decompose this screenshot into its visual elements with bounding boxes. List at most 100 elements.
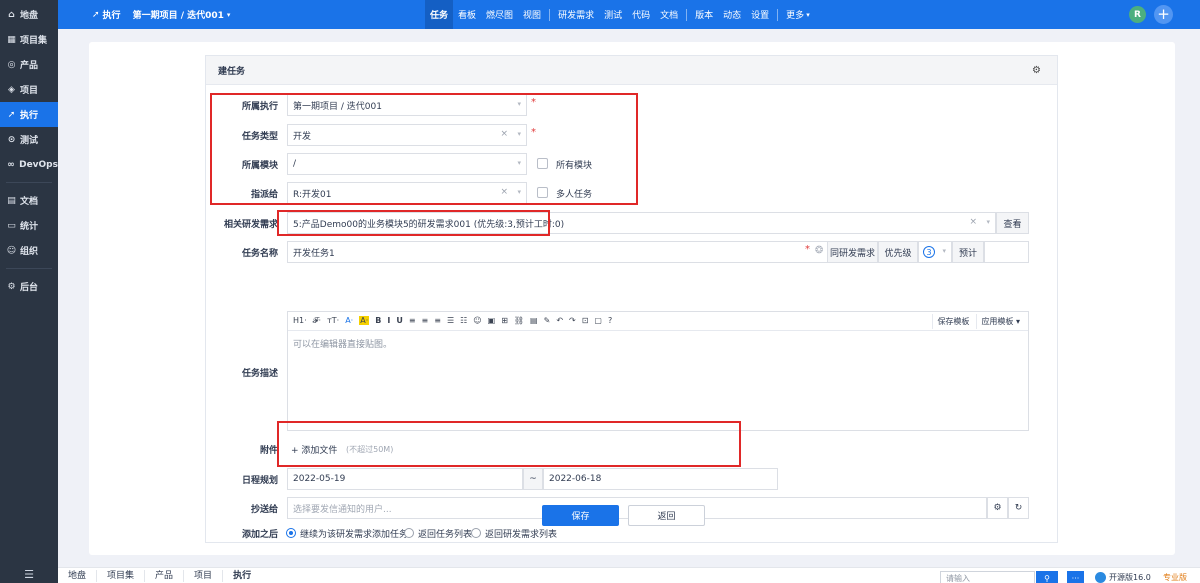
tab-0[interactable]: 任务: [425, 0, 454, 29]
sidebar-item-6[interactable]: ∞ DevOps: [0, 152, 58, 177]
sidebar-toggle-icon[interactable]: ☰: [0, 565, 58, 583]
color-picker-icon[interactable]: ❂: [815, 245, 823, 256]
breadcrumb-execution[interactable]: 第一期项目 / 迭代001: [133, 8, 224, 21]
bottom-crumb-2[interactable]: 产品: [145, 569, 185, 582]
tab-label: 看板: [458, 11, 477, 21]
tab-7[interactable]: 文档: [655, 0, 683, 29]
refresh-icon[interactable]: ↻: [1008, 497, 1029, 519]
breadcrumb: ➚ 执行 第一期项目 / 迭代001 ▾: [58, 8, 231, 22]
save-template-button[interactable]: 保存模板: [932, 314, 973, 329]
after-option-continue-radio[interactable]: [286, 528, 296, 538]
editor-toolbar: H1· 𝓕· тT· A· A· B I U ≡ ≡ ≡ ☰ ☷ ☺ ▣ ⊞ ⛓ ▤ ✎ ↶ ↷ ⊡ ▢? 保存模板 应用模…: [288, 312, 1028, 331]
end-date-value: 2022-06-18: [549, 474, 602, 484]
sidebar-item-8[interactable]: ▭ 统计: [0, 213, 58, 238]
save-button[interactable]: 保存: [542, 505, 619, 526]
start-date-input[interactable]: 2022-05-19: [287, 468, 523, 490]
bottom-crumb-1[interactable]: 项目集: [97, 569, 146, 582]
tab-label: 文档: [660, 11, 679, 21]
pro-edition-link[interactable]: 专业版: [1163, 572, 1187, 583]
tab-4[interactable]: 研发需求: [553, 0, 599, 29]
editor-tool-7[interactable]: U: [396, 316, 403, 325]
editor-tool-15[interactable]: ⊞: [501, 316, 508, 325]
sidebar-item-10[interactable]: ⚙ 后台: [0, 274, 58, 299]
editor-tool-1[interactable]: 𝓕·: [313, 316, 321, 325]
schedule-label: 日程规划: [241, 475, 278, 486]
send-icon: ➚: [7, 109, 16, 120]
chevron-down-icon[interactable]: ▾: [227, 11, 231, 19]
tab-label: 任务: [430, 11, 449, 21]
clear-icon[interactable]: ×: [969, 217, 977, 227]
priority-select[interactable]: 3 ▾: [918, 241, 952, 263]
tab-3[interactable]: 视图: [518, 0, 546, 29]
after-option-story-radio[interactable]: [471, 528, 481, 538]
editor-tool-0[interactable]: H1·: [293, 316, 307, 325]
editor-tool-20[interactable]: ↷: [569, 316, 576, 325]
tab-5[interactable]: 测试: [599, 0, 627, 29]
editor-tool-8[interactable]: ≡: [409, 316, 416, 325]
editor-tool-13[interactable]: ☺: [473, 316, 481, 325]
nav-divider: [6, 182, 52, 183]
search-icon[interactable]: ⚲: [1036, 571, 1058, 583]
top-nav: 任务 看板 燃尽图 视图 研发需求 测试 代码 文档 版本 动态 设置 更多 ▾: [425, 0, 815, 29]
sidebar-item-3[interactable]: ◈ 项目: [0, 77, 58, 102]
editor-tool-11[interactable]: ☰: [447, 316, 454, 325]
search-icon: ⊙: [7, 134, 16, 145]
tab-8[interactable]: 版本: [690, 0, 718, 29]
editor-tool-18[interactable]: ✎: [544, 316, 551, 325]
tab-6[interactable]: 代码: [627, 0, 655, 29]
bottom-crumb-3[interactable]: 项目: [184, 569, 224, 582]
bottom-bar: 地盘 项目集 产品 项目 执行 请输入 ⚲ ··· 开源版16.0 专业版: [58, 567, 1200, 583]
gear-icon[interactable]: ⚙: [987, 497, 1008, 519]
editor-tool-21[interactable]: ⊡: [582, 316, 589, 325]
editor-tool-3[interactable]: A·: [345, 316, 353, 325]
priority-label: 优先级: [878, 241, 918, 263]
cc-label: 抄送给: [250, 504, 278, 515]
editor-placeholder: 可以在编辑器直接贴图。: [293, 340, 393, 350]
breadcrumb-section[interactable]: 执行: [103, 8, 121, 21]
sidebar-item-7[interactable]: ▤ 文档: [0, 188, 58, 213]
editor-tool-4[interactable]: A·: [359, 316, 370, 325]
editor-tool-17[interactable]: ▤: [530, 316, 538, 325]
bottom-crumb-4[interactable]: 执行: [223, 570, 261, 582]
editor-tool-12[interactable]: ☷: [460, 316, 467, 325]
tab-2[interactable]: 燃尽图: [481, 0, 518, 29]
tab-10[interactable]: 设置: [746, 0, 774, 29]
editor-tool-2[interactable]: тT·: [327, 316, 339, 325]
gear-icon[interactable]: ⚙: [1032, 65, 1041, 76]
task-name-input[interactable]: 开发任务1: [287, 241, 827, 263]
sidebar-item-0[interactable]: ⌂ 地盘: [0, 2, 58, 27]
same-story-button[interactable]: 同研发需求: [827, 241, 878, 263]
editor-tool-16[interactable]: ⛓: [514, 316, 524, 325]
create-plus-button[interactable]: +: [1154, 5, 1173, 24]
after-label: 添加之后: [241, 529, 278, 540]
avatar[interactable]: R: [1129, 6, 1146, 23]
editor-tool-9[interactable]: ≡: [422, 316, 429, 325]
sidebar-item-1[interactable]: ▦ 项目集: [0, 27, 58, 52]
page-title: 建任务: [206, 56, 1057, 85]
editor-tool-22[interactable]: ▢: [594, 316, 602, 325]
more-icon[interactable]: ···: [1067, 571, 1084, 583]
sidebar-item-2[interactable]: ◎ 产品: [0, 52, 58, 77]
editor-tool-23[interactable]: ?: [608, 316, 612, 325]
tab-9[interactable]: 动态: [718, 0, 746, 29]
view-story-button[interactable]: 查看: [996, 212, 1029, 234]
editor-tool-6[interactable]: I: [387, 316, 390, 325]
description-editor[interactable]: H1· 𝓕· тT· A· A· B I U ≡ ≡ ≡ ☰ ☷ ☺ ▣ ⊞ ⛓ ▤ ✎ ↶ ↷ ⊡ ▢? 保存模板 应用模…: [287, 311, 1029, 431]
editor-tool-19[interactable]: ↶: [556, 316, 563, 325]
editor-tool-14[interactable]: ▣: [488, 316, 496, 325]
after-option-list-radio[interactable]: [404, 528, 414, 538]
editor-tool-10[interactable]: ≡: [434, 316, 441, 325]
apply-template-button[interactable]: 应用模板 ▾: [976, 314, 1024, 329]
bottom-search-input[interactable]: 请输入: [940, 571, 1035, 583]
tab-1[interactable]: 看板: [453, 0, 481, 29]
zentao-logo-icon: [1095, 572, 1106, 583]
end-date-input[interactable]: 2022-06-18: [543, 468, 778, 490]
back-button[interactable]: 返回: [628, 505, 705, 526]
sidebar-item-5[interactable]: ⊙ 测试: [0, 127, 58, 152]
estimate-input[interactable]: [984, 241, 1029, 263]
editor-tool-5[interactable]: B: [375, 316, 381, 325]
sidebar-item-4[interactable]: ➚ 执行: [0, 102, 58, 127]
bottom-crumb-0[interactable]: 地盘: [58, 569, 98, 582]
tab-11[interactable]: 更多 ▾: [781, 0, 815, 29]
sidebar-item-9[interactable]: ☺ 组织: [0, 238, 58, 263]
